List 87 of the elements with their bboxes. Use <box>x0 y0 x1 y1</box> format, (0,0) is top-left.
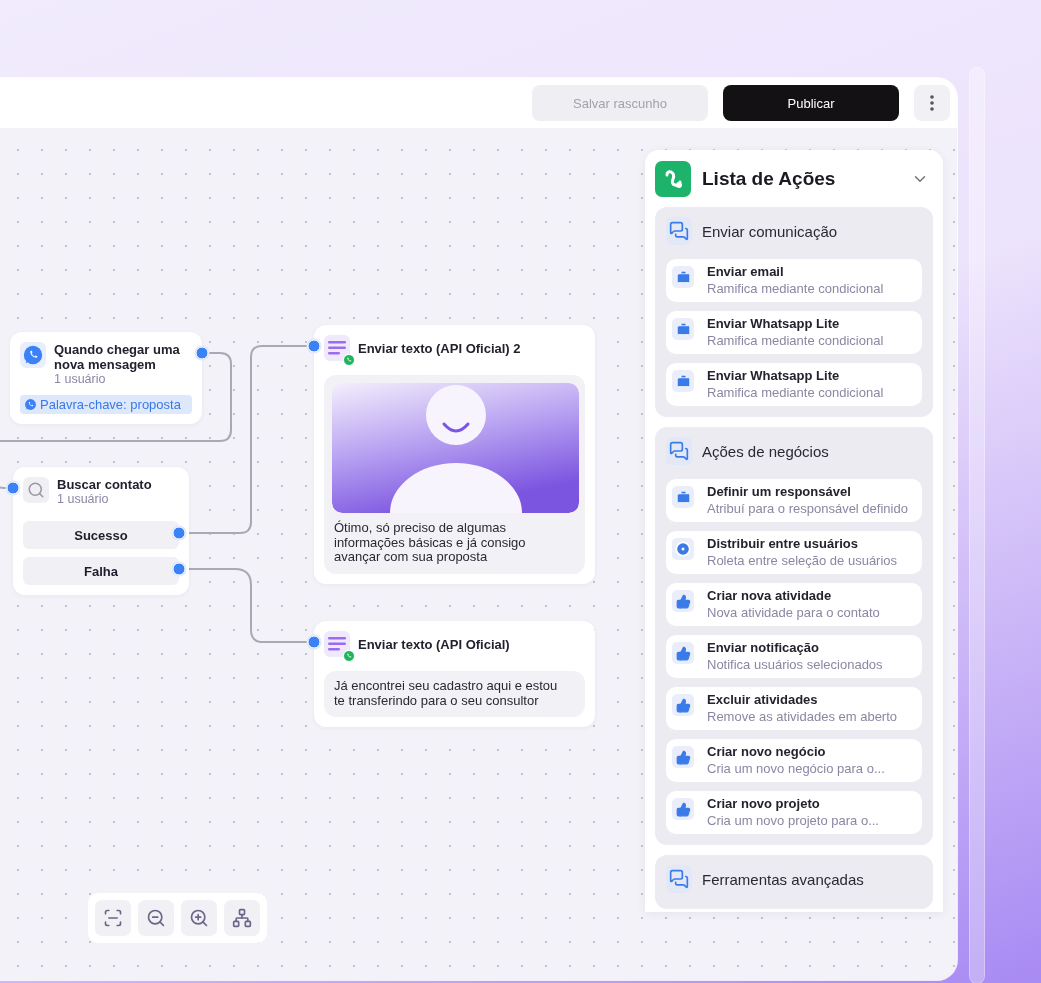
action-title: Enviar notificação <box>707 640 820 656</box>
zoom-out-button[interactable] <box>138 900 174 936</box>
action-title: Criar novo negócio <box>707 744 827 760</box>
chat-badge-icon <box>343 354 355 366</box>
thumbs-up-icon <box>675 593 691 609</box>
action-description: Cria um novo negócio para o... <box>707 760 885 777</box>
chat-phone-icon <box>24 398 37 411</box>
message-text: Já encontrei seu cadastro aqui e estou te transferindo para o seu consultor <box>333 679 559 708</box>
action-item[interactable]: Enviar email Ramifica mediante condicional <box>666 259 922 302</box>
fit-view-icon <box>103 908 123 928</box>
group-title: Ferramentas avançadas <box>702 870 864 888</box>
action-description: Ramifica mediante condicional <box>707 280 884 297</box>
action-item[interactable]: Distribuir entre usuários Roleta entre seleção de usuários <box>666 531 922 574</box>
action-title: Excluir atividades <box>707 692 819 708</box>
more-button[interactable] <box>914 85 950 121</box>
panel-title: Lista de Ações <box>702 168 837 190</box>
zoom-in-button[interactable] <box>181 900 217 936</box>
more-icon <box>930 95 934 111</box>
action-title: Criar nova atividade <box>707 588 833 604</box>
group-title: Enviar comunicação <box>702 222 838 240</box>
connection-port[interactable] <box>6 481 20 495</box>
action-item[interactable]: Enviar notificação Notifica usuários selecionados <box>666 635 922 678</box>
briefcase-icon <box>675 269 691 285</box>
node-title: Buscar contato <box>57 477 152 492</box>
node-title: Enviar texto (API Oficial) 2 <box>358 341 521 356</box>
action-description: Notifica usuários selecionados <box>707 656 883 673</box>
node-title: Enviar texto (API Oficial) <box>358 637 510 652</box>
briefcase-icon <box>675 321 691 337</box>
message-node[interactable]: Enviar texto (API Oficial) Já encontrei seu cadastro aqui e estou te transferindo para o seu consultor <box>314 621 595 727</box>
app-logo-icon <box>655 161 691 197</box>
action-title: Criar novo projeto <box>707 796 821 812</box>
action-item[interactable]: Enviar Whatsapp Lite Ramifica mediante condicional <box>666 363 922 406</box>
action-title: Distribuir entre usuários <box>707 536 859 552</box>
action-item[interactable]: Excluir atividades Remove as atividades em aberto <box>666 687 922 730</box>
action-title: Enviar email <box>707 264 785 280</box>
target-icon <box>675 541 691 557</box>
connection-port[interactable] <box>172 526 186 540</box>
action-title: Enviar Whatsapp Lite <box>707 316 841 332</box>
chat-bubbles-icon <box>669 441 689 461</box>
connection-port[interactable] <box>307 339 321 353</box>
search-node[interactable]: Buscar contato 1 usuário Sucesso Falha <box>13 467 189 595</box>
briefcase-icon <box>675 373 691 389</box>
action-description: Roleta entre seleção de usuários <box>707 552 898 569</box>
action-description: Atribuí para o responsável definido <box>707 500 908 517</box>
chat-bubbles-icon <box>669 869 689 889</box>
action-title: Enviar Whatsapp Lite <box>707 368 841 384</box>
action-item[interactable]: Criar novo negócio Cria um novo negócio para o... <box>666 739 922 782</box>
action-item[interactable]: Criar nova atividade Nova atividade para o contato <box>666 583 922 626</box>
action-description: Ramifica mediante condicional <box>707 332 884 349</box>
connection-port[interactable] <box>307 635 321 649</box>
action-description: Nova atividade para o contato <box>707 604 880 621</box>
trigger-node[interactable]: Quando chegar uma nova mensagem 1 usuário Palavra-chave: proposta <box>10 332 202 424</box>
action-item[interactable]: Definir um responsável Atribuí para o responsável definido <box>666 479 922 522</box>
chat-badge-icon <box>343 650 355 662</box>
branch-output[interactable]: Falha <box>23 557 179 585</box>
keyword-tag: Palavra-chave: proposta <box>20 395 192 414</box>
action-description: Ramifica mediante condicional <box>707 384 884 401</box>
node-subtitle: 1 usuário <box>54 372 107 387</box>
action-item[interactable]: Enviar Whatsapp Lite Ramifica mediante condicional <box>666 311 922 354</box>
action-item[interactable]: Criar novo projeto Cria um novo projeto para o... <box>666 791 922 834</box>
group-title: Ações de negócios <box>702 442 829 460</box>
fit-view-button[interactable] <box>95 900 131 936</box>
thumbs-up-icon <box>675 645 691 661</box>
message-text: Ótimo, só preciso de algumas informações básicas e já consigo avançar com sua proposta <box>333 521 527 565</box>
thumbs-up-icon <box>675 801 691 817</box>
publish-button[interactable]: Publicar <box>723 85 899 121</box>
connection-port[interactable] <box>195 346 209 360</box>
layout-button[interactable] <box>224 900 260 936</box>
action-description: Remove as atividades em aberto <box>707 708 898 725</box>
briefcase-icon <box>675 489 691 505</box>
zoom-out-icon <box>146 908 166 928</box>
node-title: Quando chegar uma nova mensagem <box>54 342 181 372</box>
action-title: Definir um responsável <box>707 484 852 500</box>
action-description: Cria um novo projeto para o... <box>707 812 879 829</box>
connection-port[interactable] <box>172 562 186 576</box>
node-subtitle: 1 usuário <box>57 492 110 507</box>
lines-icon <box>328 341 346 355</box>
zoom-in-icon <box>189 908 209 928</box>
message-node[interactable]: Enviar texto (API Oficial) 2 Ótimo, só preciso de algumas informações básicas e já consigo avançar com sua proposta <box>314 325 595 584</box>
thumbs-up-icon <box>675 749 691 765</box>
lines-icon <box>328 637 346 651</box>
thumbs-up-icon <box>675 697 691 713</box>
chat-bubbles-icon <box>669 221 689 241</box>
branch-output[interactable]: Sucesso <box>23 521 179 549</box>
search-icon <box>27 481 45 499</box>
hierarchy-icon <box>232 908 252 928</box>
chat-phone-icon <box>22 344 44 366</box>
